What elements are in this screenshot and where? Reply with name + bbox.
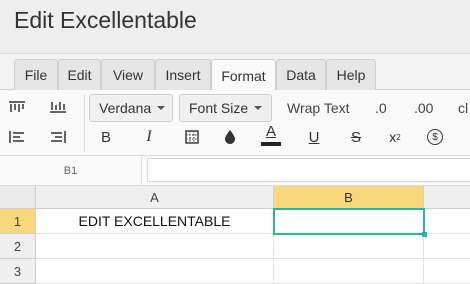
currency-icon[interactable]: $ [424, 126, 446, 148]
column-header-a[interactable]: A [36, 186, 274, 209]
formula-input[interactable] [147, 158, 470, 182]
superscript-button[interactable]: x2 [384, 126, 406, 148]
currency-glyph: $ [427, 129, 443, 145]
menu-tab-help[interactable]: Help [326, 59, 376, 90]
cell-a2[interactable] [36, 234, 274, 259]
superscript-base: x [389, 129, 397, 145]
row-header-1[interactable]: 1 [0, 209, 36, 234]
title-bar: Edit Excellentable [0, 0, 470, 54]
font-size-dropdown[interactable]: Font Size [179, 94, 272, 122]
menu-tab-edit[interactable]: Edit [58, 59, 101, 90]
align-top-icon[interactable] [6, 96, 28, 118]
menu-bar: File Edit View Insert Format Data Help [0, 54, 470, 91]
indent-left-icon[interactable] [6, 126, 28, 148]
formula-bar: B1 [0, 156, 470, 186]
menu-tab-view[interactable]: View [101, 59, 155, 90]
cell-b1-selected[interactable] [273, 208, 425, 235]
menu-tab-file[interactable]: File [14, 59, 58, 90]
chevron-down-icon [254, 106, 263, 110]
cell-reference-box[interactable]: B1 [0, 156, 142, 185]
menu-tab-insert[interactable]: Insert [155, 59, 211, 90]
cell-c2[interactable] [424, 234, 470, 259]
column-header-b[interactable]: B [274, 186, 424, 209]
align-bottom-icon[interactable] [47, 96, 69, 118]
row-header-2[interactable]: 2 [0, 234, 36, 259]
spreadsheet-grid: A B 1 2 3 EDIT EXCELLENTABLE [0, 186, 470, 284]
toolbar-divider [84, 94, 85, 152]
menu-tab-format[interactable]: Format [211, 59, 276, 91]
font-family-dropdown[interactable]: Verdana [89, 94, 173, 122]
italic-button[interactable]: I [138, 126, 160, 148]
format-toolbar: Verdana Font Size Wrap Text .0 .00 cl B … [0, 90, 470, 156]
cell-b3[interactable] [274, 259, 424, 284]
chevron-down-icon [157, 106, 166, 110]
fill-color-icon[interactable] [219, 126, 241, 148]
borders-icon[interactable] [181, 126, 203, 148]
underline-button[interactable]: U [303, 126, 325, 148]
text-color-button[interactable]: A [260, 124, 282, 146]
clear-format-button[interactable]: cl [458, 100, 468, 116]
cell-c1[interactable] [424, 209, 470, 234]
page-title: Edit Excellentable [14, 7, 197, 33]
strikethrough-button[interactable]: S [345, 126, 367, 148]
text-color-glyph: A [265, 123, 276, 140]
indent-right-icon[interactable] [47, 126, 69, 148]
select-all-corner[interactable] [0, 186, 36, 209]
fill-handle[interactable] [422, 232, 427, 237]
wrap-text-button[interactable]: Wrap Text [287, 100, 350, 116]
cell-a1[interactable]: EDIT EXCELLENTABLE [36, 209, 274, 234]
menu-tab-data[interactable]: Data [276, 59, 326, 90]
cell-a3[interactable] [36, 259, 274, 284]
cell-b2[interactable] [274, 234, 424, 259]
font-size-value: Font Size [189, 100, 249, 116]
column-header-c[interactable] [424, 186, 470, 209]
bold-button[interactable]: B [95, 126, 117, 148]
font-family-value: Verdana [99, 100, 152, 116]
superscript-exponent: 2 [396, 132, 401, 142]
row-header-3[interactable]: 3 [0, 259, 36, 284]
text-color-swatch [261, 142, 281, 146]
decrease-decimal-button[interactable]: .0 [375, 100, 387, 116]
cell-c3[interactable] [424, 259, 470, 284]
increase-decimal-button[interactable]: .00 [414, 100, 433, 116]
